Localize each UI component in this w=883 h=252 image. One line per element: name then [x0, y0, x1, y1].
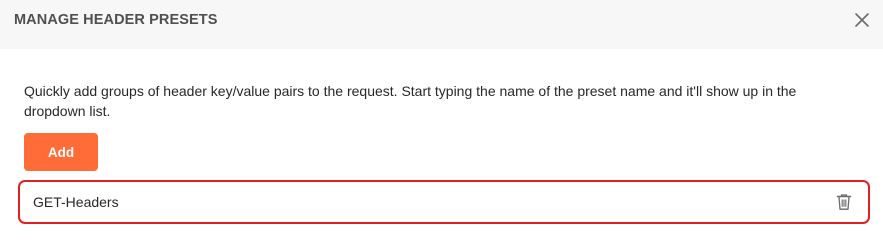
manage-header-presets-modal: MANAGE HEADER PRESETS Quickly add groups… [0, 0, 883, 252]
preset-list: GET-Headers [18, 180, 870, 224]
close-button[interactable] [851, 9, 873, 31]
modal-description: Quickly add groups of header key/value p… [24, 83, 797, 119]
preset-name[interactable]: GET-Headers [33, 194, 119, 210]
preset-item-get-headers[interactable]: GET-Headers [18, 180, 870, 224]
modal-header: MANAGE HEADER PRESETS [0, 0, 883, 49]
modal-title: MANAGE HEADER PRESETS [14, 12, 218, 28]
trash-icon[interactable] [835, 193, 853, 211]
close-icon [851, 9, 873, 31]
modal-body: Quickly add groups of header key/value p… [0, 49, 883, 252]
add-button[interactable]: Add [24, 133, 98, 171]
